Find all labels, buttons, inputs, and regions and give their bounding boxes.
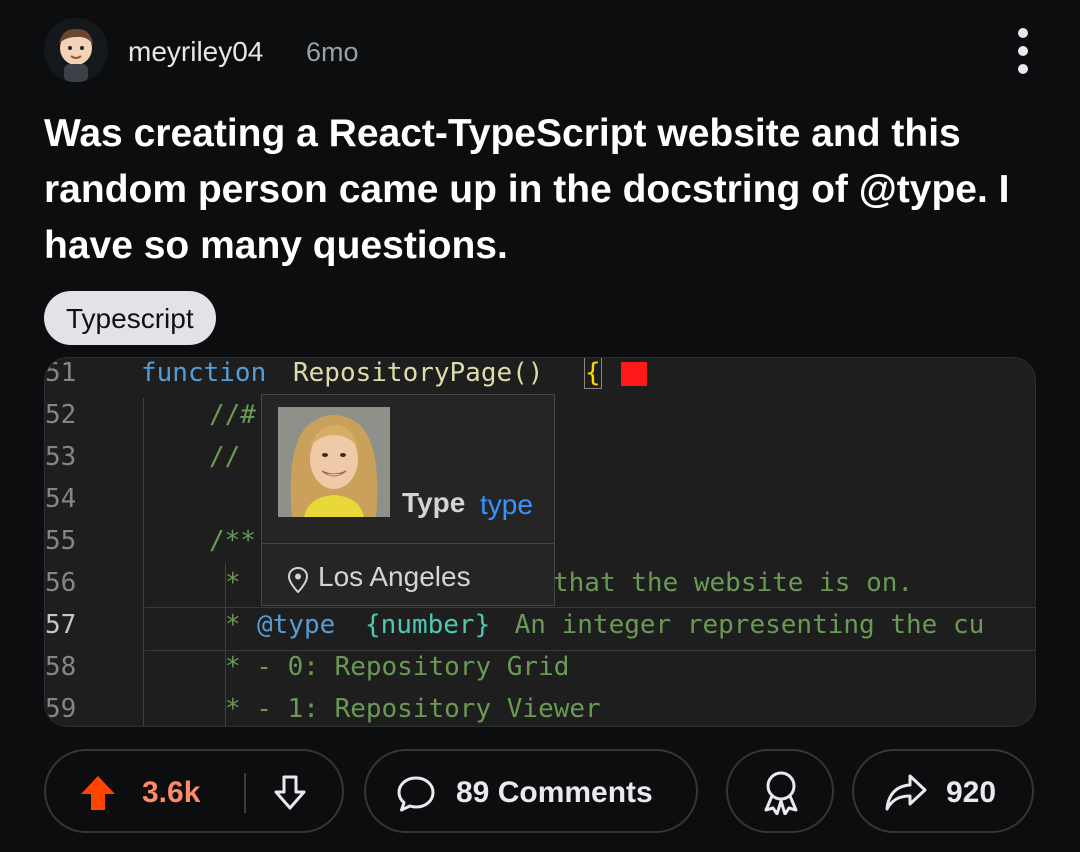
comment: // [209, 442, 241, 472]
code-line-57: 57 * @type {number} An integer represent… [45, 610, 1035, 652]
function-keyword: function [141, 358, 267, 388]
share-button[interactable]: 920 [852, 749, 1034, 833]
share-count: 920 [946, 776, 997, 809]
comment: /** [209, 526, 256, 556]
hover-type-word: Type [402, 487, 466, 518]
person-photo [278, 407, 390, 517]
brace: { [584, 358, 602, 389]
post-flair[interactable]: Typescript [44, 291, 216, 345]
jsdoc-tag: @type [257, 610, 336, 640]
divider [262, 543, 554, 544]
comment-bubble-icon [397, 776, 435, 812]
hover-type-keyword: type [480, 489, 533, 520]
post-header: meyriley04 6mo [44, 18, 1050, 82]
comment: * - 0: Repository Grid [225, 652, 570, 682]
comment: //# [209, 400, 256, 430]
vote-control: 3.6k [44, 749, 344, 833]
hover-tooltip: Type type Los Angeles [261, 394, 555, 606]
location-text: Los Angeles [318, 561, 471, 592]
line-number: 59 [45, 694, 77, 724]
line-number: 58 [45, 652, 77, 682]
function-name: RepositoryPage() [293, 358, 544, 388]
more-vertical-icon[interactable] [1014, 28, 1030, 74]
comment: that the website is on. [553, 568, 914, 598]
avatar[interactable] [44, 18, 108, 82]
comment: * - 1: Repository Viewer [225, 694, 601, 724]
comments-count: 89 Comments [456, 776, 653, 809]
error-marker [621, 362, 647, 386]
username[interactable]: meyriley04 [128, 36, 263, 68]
comment: * [225, 568, 241, 598]
share-arrow-icon [885, 774, 927, 811]
post-title[interactable]: Was creating a React-TypeScript website … [44, 106, 1054, 274]
award-button[interactable] [726, 749, 834, 833]
downvote-arrow-icon[interactable] [270, 773, 310, 813]
post-age: 6mo [306, 37, 359, 67]
comment: * [225, 610, 241, 640]
line-number: 54 [45, 484, 77, 514]
code-line-58: 58 * - 0: Repository Grid [45, 652, 1035, 694]
comment: An integer representing the cu [499, 610, 985, 640]
line-number: 53 [45, 442, 77, 472]
code-line-59: 59 * - 1: Repository Viewer [45, 694, 1035, 726]
divider [244, 773, 246, 813]
line-number: 51 [45, 358, 77, 388]
jsdoc-type: {number} [365, 610, 491, 640]
line-number: 56 [45, 568, 77, 598]
upvote-arrow-icon[interactable] [78, 773, 118, 813]
comments-button[interactable]: 89 Comments [364, 749, 698, 833]
location-pin-icon [288, 567, 308, 593]
line-number: 57 [45, 610, 77, 640]
vote-score: 3.6k [142, 776, 201, 809]
line-number: 55 [45, 526, 77, 556]
action-bar: 3.6k 89 Comments 920 [44, 749, 1034, 835]
line-number: 52 [45, 400, 77, 430]
post-image[interactable]: 51 function RepositoryPage() { 52 //# 53… [44, 357, 1036, 727]
award-icon [764, 771, 798, 815]
